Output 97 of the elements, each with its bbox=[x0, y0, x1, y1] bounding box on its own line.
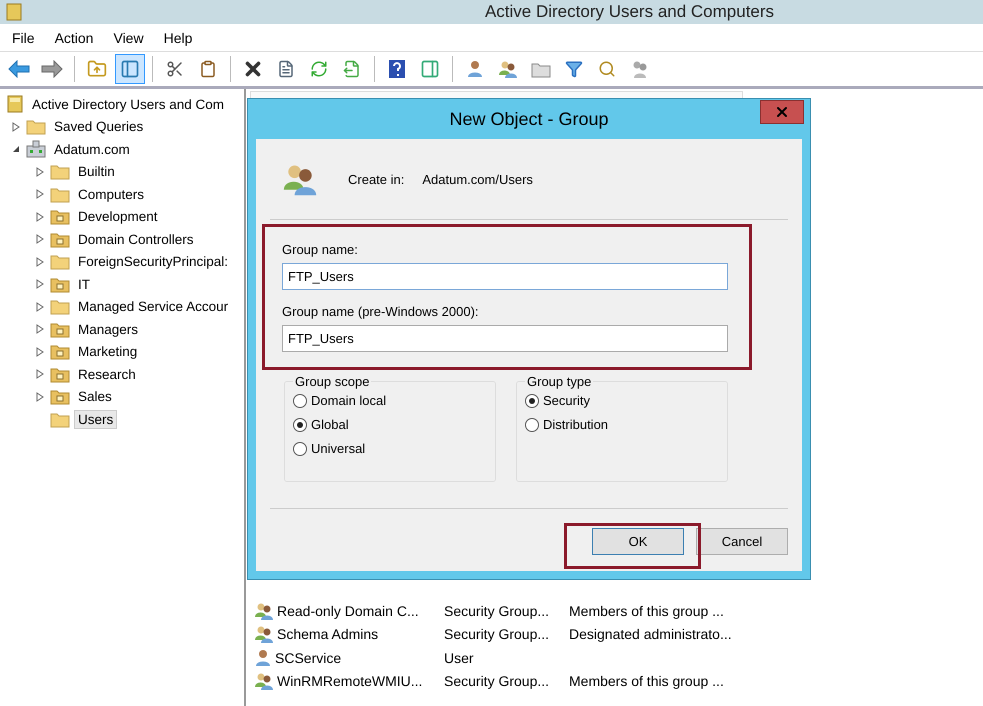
radio-option[interactable]: Distribution bbox=[525, 417, 719, 432]
radio-option[interactable]: Universal bbox=[293, 441, 487, 456]
table-cell-text: Designated administrato... bbox=[569, 626, 733, 642]
refresh-icon[interactable] bbox=[310, 60, 328, 78]
scissors-icon[interactable] bbox=[166, 60, 184, 78]
expand-arrow-icon[interactable] bbox=[11, 122, 21, 132]
tree-item[interactable]: Marketing bbox=[74, 342, 142, 362]
tree-item[interactable]: Managers bbox=[74, 320, 142, 339]
clipboard-icon[interactable] bbox=[199, 60, 217, 78]
folder-icon bbox=[50, 366, 70, 383]
document-icon[interactable] bbox=[277, 60, 295, 78]
create-in-path: Adatum.com/Users bbox=[422, 172, 533, 186]
group-title: Group scope bbox=[294, 374, 370, 389]
tree-item[interactable]: Computers bbox=[74, 184, 148, 204]
tree-item[interactable]: Users bbox=[74, 410, 118, 429]
dialog-button[interactable]: Cancel bbox=[696, 528, 788, 555]
tree-item[interactable]: Managed Service Accour bbox=[74, 297, 232, 316]
tree-item[interactable]: Saved Queries bbox=[50, 117, 148, 136]
users-icon bbox=[254, 602, 274, 620]
field-label: Group name (pre-Windows 2000): bbox=[282, 304, 480, 319]
expand-arrow-icon[interactable] bbox=[35, 256, 45, 267]
menu-item[interactable]: Action bbox=[46, 28, 102, 48]
folder-icon bbox=[50, 298, 70, 316]
close-button[interactable] bbox=[760, 100, 804, 124]
book-icon bbox=[6, 3, 22, 21]
folder-icon bbox=[50, 410, 70, 428]
radio-option[interactable]: Security bbox=[525, 393, 719, 408]
expand-arrow-icon[interactable] bbox=[35, 189, 45, 200]
table-cell-text: Security Group... bbox=[444, 602, 550, 619]
table-cell-text: Members of this group ... bbox=[569, 602, 725, 619]
panel-icon[interactable] bbox=[420, 59, 440, 79]
expand-arrow-icon[interactable] bbox=[35, 324, 45, 334]
expand-arrow-icon[interactable] bbox=[35, 212, 45, 222]
create-in-label: Create in: bbox=[348, 172, 404, 186]
users-icon bbox=[254, 625, 274, 644]
users-icon bbox=[498, 60, 518, 78]
tree-item[interactable]: Development bbox=[74, 207, 162, 226]
table-cell: Read-only Domain C... bbox=[277, 602, 419, 619]
expand-arrow-icon[interactable] bbox=[35, 369, 45, 380]
table-cell: WinRMRemoteWMIU... bbox=[277, 673, 422, 690]
group-title: Group type bbox=[526, 374, 592, 389]
folder-icon bbox=[50, 163, 70, 180]
folder-icon bbox=[50, 253, 70, 270]
table-cell: SCService bbox=[275, 650, 342, 666]
table-cell-text: Security Group... bbox=[444, 673, 550, 690]
menu-item[interactable]: Help bbox=[156, 28, 200, 48]
search-icon[interactable] bbox=[598, 60, 616, 78]
filter-icon[interactable] bbox=[565, 60, 583, 78]
expand-arrow-icon[interactable] bbox=[35, 279, 45, 290]
dialog-title: New Object - Group bbox=[449, 108, 609, 130]
tree-item[interactable]: ForeignSecurityPrincipal: bbox=[74, 252, 232, 272]
book-icon bbox=[6, 95, 24, 114]
folder-icon bbox=[50, 320, 70, 338]
folder-icon bbox=[50, 276, 70, 293]
table-cell-text: User bbox=[444, 650, 475, 666]
table-cell: Schema Admins bbox=[277, 626, 378, 642]
folder-icon bbox=[50, 186, 70, 203]
users-icon bbox=[254, 672, 274, 690]
help-icon[interactable] bbox=[388, 59, 406, 79]
folder-icon bbox=[26, 118, 46, 136]
tree-item[interactable]: Adatum.com bbox=[50, 140, 134, 159]
expand-arrow-icon[interactable] bbox=[35, 166, 45, 177]
user-icon bbox=[254, 648, 272, 667]
folder-icon bbox=[50, 230, 70, 248]
folder-up-icon[interactable] bbox=[87, 59, 107, 79]
tree-item[interactable]: Active Directory Users and Com bbox=[28, 94, 228, 114]
folder-icon bbox=[50, 208, 70, 226]
table-cell-text: Members of this group ... bbox=[569, 673, 725, 690]
forward-arrow-icon[interactable] bbox=[41, 60, 63, 78]
tree-item[interactable]: Sales bbox=[74, 387, 116, 406]
close-icon bbox=[774, 104, 790, 120]
tree-item[interactable]: IT bbox=[74, 274, 94, 294]
radio-option[interactable]: Global bbox=[293, 417, 487, 432]
tree-item[interactable]: Research bbox=[74, 364, 140, 384]
radio-option[interactable]: Domain local bbox=[293, 393, 487, 408]
back-arrow-icon[interactable] bbox=[8, 60, 30, 78]
expand-arrow-icon[interactable] bbox=[35, 346, 45, 357]
field-label: Group name: bbox=[282, 242, 359, 257]
input-field[interactable]: FTP_Users bbox=[282, 325, 728, 352]
window-title: Active Directory Users and Computers bbox=[484, 2, 776, 22]
input-field[interactable]: FTP_Users bbox=[282, 263, 728, 290]
folder-icon bbox=[50, 388, 70, 406]
dialog-button[interactable]: OK bbox=[592, 528, 684, 555]
domain-icon bbox=[26, 140, 46, 158]
panel-icon[interactable] bbox=[120, 59, 140, 79]
expand-arrow-icon[interactable] bbox=[35, 302, 45, 312]
menu-item[interactable]: View bbox=[105, 28, 152, 48]
tree-item[interactable]: Domain Controllers bbox=[74, 230, 198, 249]
collapse-arrow-icon[interactable] bbox=[11, 144, 21, 154]
folder-icon bbox=[50, 343, 70, 360]
tree-item[interactable]: Builtin bbox=[74, 162, 119, 182]
menu-item[interactable]: File bbox=[4, 28, 43, 48]
expand-arrow-icon[interactable] bbox=[35, 234, 45, 244]
user-icon bbox=[466, 60, 484, 78]
expand-arrow-icon[interactable] bbox=[35, 392, 45, 402]
table-cell-text: Security Group... bbox=[444, 626, 550, 642]
export-icon[interactable] bbox=[343, 60, 361, 78]
